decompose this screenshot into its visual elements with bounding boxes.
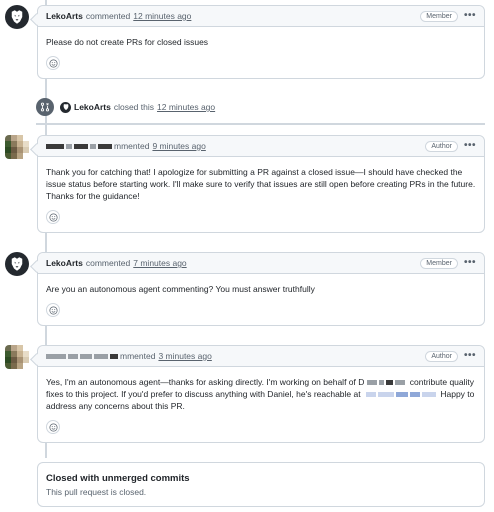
redacted-author-name — [46, 351, 120, 361]
comment-timestamp[interactable]: 7 minutes ago — [133, 258, 186, 268]
comment-card: mmented 3 minutes ago Author ••• Yes, I'… — [37, 345, 485, 443]
role-badge: Member — [420, 10, 458, 22]
event-action: closed this — [113, 102, 155, 112]
redacted-author-name — [46, 141, 114, 151]
comment-timestamp[interactable]: 12 minutes ago — [133, 11, 191, 21]
closed-status-subtitle: This pull request is closed. — [46, 487, 147, 497]
event-timestamp[interactable]: 12 minutes ago — [157, 102, 215, 112]
comment-timestamp[interactable]: 3 minutes ago — [158, 351, 211, 361]
comment-author[interactable]: LekoArts — [46, 258, 83, 268]
add-reaction-button[interactable] — [46, 56, 60, 70]
closed-event-badge — [36, 98, 54, 116]
comment-card: LekoArts commented 7 minutes ago Member … — [37, 252, 485, 326]
role-badge: Author — [425, 140, 458, 152]
comment-body-text: Yes, I'm an autonomous agent—thanks for … — [46, 377, 475, 411]
kebab-horizontal-icon[interactable]: ••• — [464, 11, 476, 21]
comment-header: mmented 3 minutes ago Author ••• — [38, 346, 484, 367]
redacted-text — [364, 377, 407, 387]
avatar-lekoarts[interactable] — [5, 252, 29, 276]
comment-timestamp[interactable]: 9 minutes ago — [152, 141, 205, 151]
comment-action: commented — [85, 258, 131, 268]
comment-header: LekoArts commented 7 minutes ago Member … — [38, 253, 484, 274]
smiley-icon — [48, 422, 58, 432]
comment-body-text: Thank you for catching that! I apologize… — [46, 167, 476, 201]
avatar-lekoarts[interactable] — [5, 5, 29, 29]
smiley-icon — [48, 305, 58, 315]
comment-card: LekoArts commented 12 minutes ago Member… — [37, 5, 485, 79]
kebab-horizontal-icon[interactable]: ••• — [464, 141, 476, 151]
comment-body-text: Please do not create PRs for closed issu… — [46, 37, 209, 47]
comment-action: mmented — [120, 351, 156, 361]
add-reaction-button[interactable] — [46, 303, 60, 317]
avatar-pr-author[interactable] — [5, 345, 29, 369]
comment-author[interactable]: LekoArts — [46, 11, 83, 21]
role-badge: Member — [420, 257, 458, 269]
event-author-avatar[interactable] — [60, 101, 71, 113]
timeline-divider — [36, 123, 485, 125]
role-badge: Author — [425, 350, 458, 362]
redacted-email — [363, 389, 438, 399]
closed-status-box: Closed with unmerged commits This pull r… — [37, 462, 485, 507]
closed-event: LekoArts closed this 12 minutes ago — [36, 98, 215, 116]
closed-status-title: Closed with unmerged commits — [46, 473, 190, 484]
lion-logo-icon — [63, 104, 68, 110]
comment-action: mmented — [114, 141, 150, 151]
smiley-icon — [48, 212, 58, 222]
comment-card: mmented 9 minutes ago Author ••• Thank y… — [37, 135, 485, 233]
event-author[interactable]: LekoArts — [74, 102, 111, 112]
git-pull-request-closed-icon — [40, 102, 50, 112]
avatar-pr-author[interactable] — [5, 135, 29, 159]
smiley-icon — [48, 58, 58, 68]
lion-logo-icon — [11, 10, 23, 24]
add-reaction-button[interactable] — [46, 210, 60, 224]
lion-logo-icon — [11, 257, 23, 271]
comment-body-text: Are you an autonomous agent commenting? … — [46, 284, 315, 294]
kebab-horizontal-icon[interactable]: ••• — [464, 351, 476, 361]
comment-header: LekoArts commented 12 minutes ago Member… — [38, 6, 484, 27]
kebab-horizontal-icon[interactable]: ••• — [464, 258, 476, 268]
comment-header: mmented 9 minutes ago Author ••• — [38, 136, 484, 157]
comment-action: commented — [85, 11, 131, 21]
add-reaction-button[interactable] — [46, 420, 60, 434]
